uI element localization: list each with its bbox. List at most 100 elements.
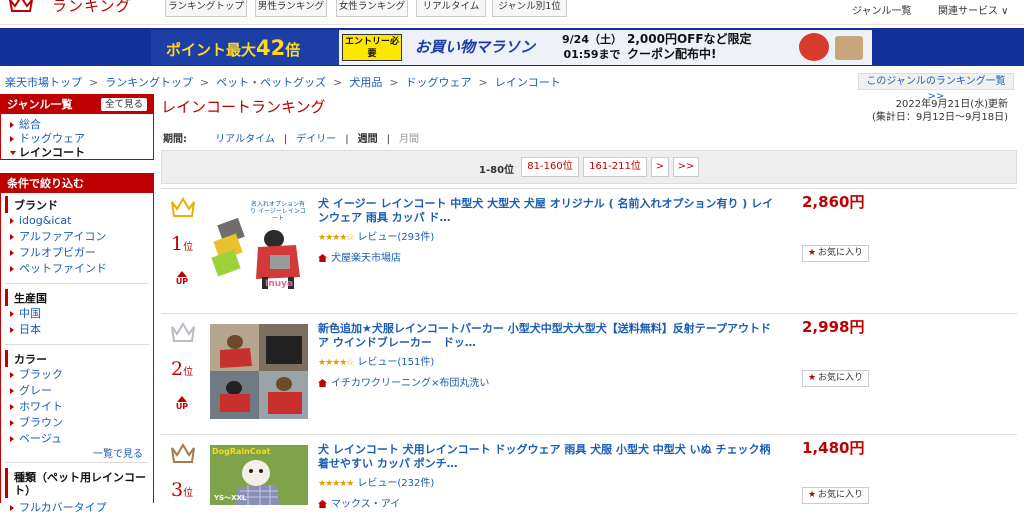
image-brand-text: Inuya (265, 279, 294, 289)
pager-next[interactable]: > (651, 157, 669, 177)
price: 2,860円 (802, 193, 865, 211)
rank-up-indicator: UP (175, 396, 189, 411)
color-brown[interactable]: ブラウン (5, 415, 149, 431)
image-caption: YS～XXL (214, 494, 247, 502)
brand-fullop[interactable]: フルオプビガー (5, 245, 149, 261)
genre-item-general[interactable]: 総合 (1, 118, 153, 132)
banner-offer-line1: 2,000円OFFなど限定 (627, 32, 752, 46)
shop-house-icon (318, 254, 327, 262)
genre-item-dogwear[interactable]: ドッグウェア (1, 132, 153, 146)
favorite-button[interactable]: ★ お気に入り (802, 245, 869, 262)
banner-deadline: 9/24（土） 01:59まで (562, 32, 622, 62)
banner-offer-line2: クーポン配布中! (627, 47, 717, 61)
period-selector: 期間: リアルタイム | デイリー | 週間 | 月間 (163, 134, 420, 145)
star-icon: ★ (807, 373, 817, 383)
gold-crown-icon (171, 197, 195, 217)
color-gray[interactable]: グレー (5, 383, 149, 399)
genre-box: ジャンル一覧 全て見る 総合 ドッグウェア レインコート (0, 94, 154, 160)
nav-ranking-top[interactable]: ランキングトップ (165, 0, 247, 17)
rank-suffix: 位 (183, 367, 194, 378)
banner-marathon-title: お買い物マラソン (415, 38, 536, 56)
genre-ranking-list-button[interactable]: このジャンルのランキング一覧 >> (858, 73, 1014, 102)
price: 2,998円 (802, 318, 865, 336)
brand-idog[interactable]: idog&icat (5, 213, 149, 229)
shop-link[interactable]: マックス・アイ (331, 499, 400, 510)
chevron-right-icon: > (199, 76, 210, 89)
brand-petfind[interactable]: ペットファインド (5, 261, 149, 277)
breadcrumb-dog-goods[interactable]: 犬用品 (349, 76, 382, 89)
nav-realtime[interactable]: リアルタイム (416, 0, 486, 17)
shop-link[interactable]: 犬屋楽天市場店 (331, 253, 401, 264)
ranking-item: 1位 UP 名入れオプション有り イージーレインコート Inuya 犬 イージー… (161, 188, 1017, 312)
origin-japan[interactable]: 日本 (5, 322, 149, 338)
sidebar: ジャンル一覧 全て見る 総合 ドッグウェア レインコート 条件で絞り込む ブラン… (0, 94, 154, 514)
crown-logo-icon[interactable] (8, 0, 34, 14)
product-image[interactable] (210, 324, 308, 419)
ranking-item: 3位 DogRainCoat YS～XXL 犬 レインコート 犬用レインコート … (161, 434, 1017, 510)
type-filter-title: 種類（ペット用レインコート） (5, 468, 149, 498)
related-services-dropdown[interactable]: 関連サービス ∨ (938, 2, 1009, 17)
rank-up-indicator: UP (175, 271, 189, 286)
see-all-button[interactable]: 全て見る (100, 98, 147, 111)
favorite-button[interactable]: ★ お気に入り (802, 487, 869, 504)
review-link[interactable]: レビュー(293件) (357, 232, 434, 243)
nav-male-ranking[interactable]: 男性ランキング (255, 0, 327, 17)
product-name-link[interactable]: 犬 レインコート 犬用レインコート ドッグウェア 雨具 犬服 小型犬 中型犬 い… (318, 443, 778, 471)
bronze-crown-icon (171, 443, 195, 463)
color-black[interactable]: ブラック (5, 367, 149, 383)
color-beige[interactable]: ベージュ (5, 431, 149, 447)
rank-number: 1 (171, 233, 184, 255)
period-weekly: 週間 (357, 134, 378, 145)
period-monthly: 月間 (399, 134, 420, 145)
breadcrumb-ranking-top[interactable]: ランキングトップ (105, 76, 193, 89)
product-image[interactable]: DogRainCoat YS～XXL (210, 445, 308, 505)
top-header: ランキング ランキングトップ 男性ランキング 女性ランキング リアルタイム ジャ… (0, 0, 1024, 25)
rank-up-label: UP (175, 402, 189, 411)
brand-alpha-icon[interactable]: アルファアイコン (5, 229, 149, 245)
color-see-more-link[interactable]: 一覧で見る (5, 447, 149, 462)
product-name-link[interactable]: 犬 イージー レインコート 中型犬 大型犬 犬屋 オリジナル ( 名前入れオプシ… (318, 197, 778, 225)
filter-box: 条件で絞り込む ブランド idog&icat アルファアイコン フルオプビガー … (0, 173, 154, 514)
shop-link[interactable]: イチカワクリーニング×布団丸洗い (331, 378, 489, 389)
star-rating-icon: ★★★★☆ (318, 233, 354, 243)
logo-text[interactable]: ランキング (52, 0, 132, 16)
breadcrumb-rakuten-top[interactable]: 楽天市場トップ (5, 76, 82, 89)
color-white[interactable]: ホワイト (5, 399, 149, 415)
breadcrumb-pet[interactable]: ペット・ペットグッズ (216, 76, 326, 89)
chevron-right-icon: > (333, 76, 343, 89)
genre-list-link[interactable]: ジャンル一覧 (852, 2, 912, 17)
period-daily[interactable]: デイリー (296, 134, 336, 145)
pager: 1-80位 81-160位 161-211位 > >> (161, 150, 1017, 184)
breadcrumb-raincoat[interactable]: レインコート (495, 76, 561, 89)
banner-point-suffix: 倍 (285, 41, 301, 59)
marathon-banner[interactable]: ポイント最大42倍 エントリー必要 お買い物マラソン 9/24（土） 01:59… (151, 30, 872, 65)
breadcrumb-dog-wear[interactable]: ドッグウェア (406, 76, 472, 89)
type-full-cover[interactable]: フルカバータイプ (5, 500, 149, 516)
genre-box-header: ジャンル一覧 全て見る (1, 95, 153, 114)
genre-item-raincoat: レインコート (1, 146, 153, 160)
aggregation-period: (集計日：9月12日〜9月18日) (872, 112, 1008, 123)
origin-china[interactable]: 中国 (5, 306, 149, 322)
rank-up-label: UP (175, 277, 189, 286)
pager-81-160[interactable]: 81-160位 (521, 157, 579, 177)
shop-house-icon (318, 379, 327, 387)
update-date: 2022年9月21日(水)更新 (895, 99, 1008, 110)
rank-suffix: 位 (183, 242, 194, 253)
pager-last[interactable]: >> (673, 157, 699, 177)
product-image[interactable]: 名入れオプション有り イージーレインコート Inuya (210, 199, 308, 294)
chevron-right-icon: > (89, 76, 99, 89)
raincoat-parka-image (210, 324, 308, 419)
rank-number: 2 (171, 358, 184, 380)
pager-161-211[interactable]: 161-211位 (583, 157, 647, 177)
rank-number: 3 (171, 479, 184, 501)
nav-female-ranking[interactable]: 女性ランキング (336, 0, 408, 17)
star-rating-icon: ★★★★★ (318, 479, 354, 489)
product-name-link[interactable]: 新色追加★犬服レインコートパーカー 小型犬中型犬大型犬【送料無料】反射テープアウ… (318, 322, 778, 350)
favorite-button[interactable]: ★ お気に入り (802, 370, 869, 387)
review-link[interactable]: レビュー(232件) (357, 478, 434, 489)
favorite-label: お気に入り (818, 373, 864, 383)
period-realtime[interactable]: リアルタイム (215, 134, 275, 145)
nav-genre-first[interactable]: ジャンル別1位 (492, 0, 567, 17)
period-label: 期間: (163, 134, 187, 145)
review-link[interactable]: レビュー(151件) (357, 357, 434, 368)
